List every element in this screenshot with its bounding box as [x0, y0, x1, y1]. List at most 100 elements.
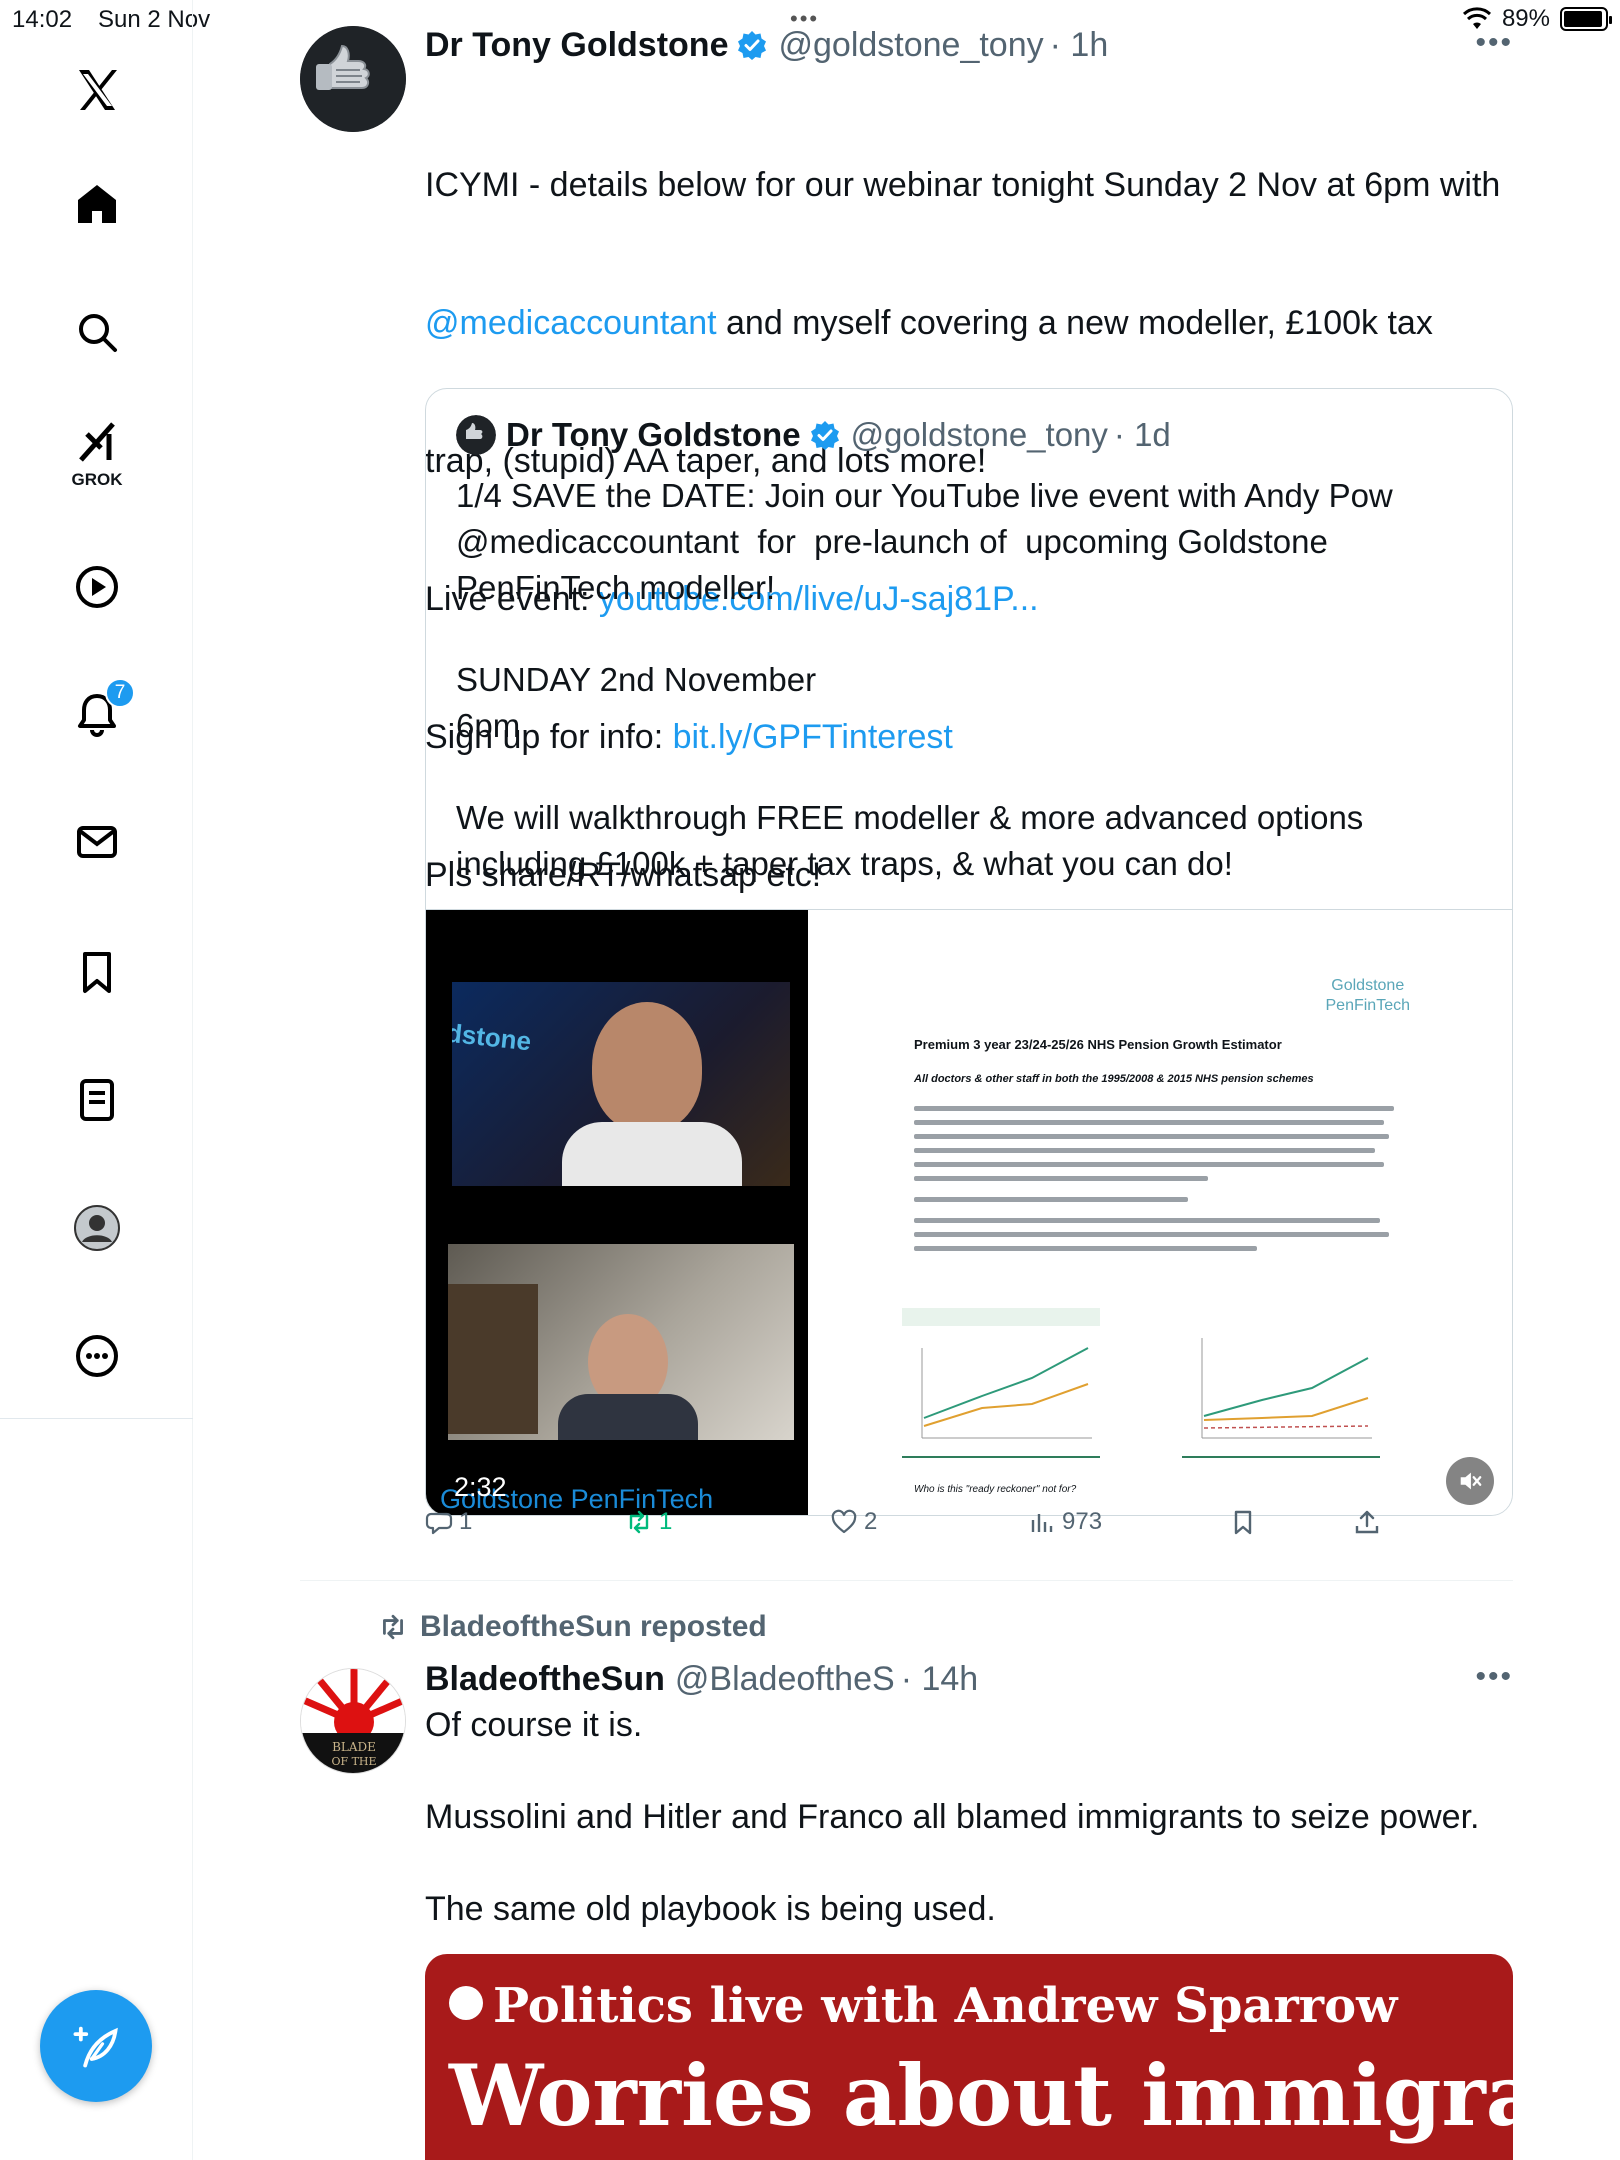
grok-label: GROK	[71, 470, 123, 489]
video-player[interactable]: dstone Goldstone PenFinTech 2:32 Goldsto…	[426, 909, 1512, 1515]
repost-icon	[383, 1614, 403, 1640]
avatar-lettering: OF THE	[331, 1755, 376, 1768]
heart-icon	[831, 1509, 857, 1534]
news-image-card[interactable]: Politics live with Andrew Sparrow Worrie…	[425, 1954, 1513, 2160]
slide-chart-svg	[1201, 1338, 1372, 1439]
lists-icon[interactable]	[55, 1058, 139, 1142]
post-text: Of course it is. Mussolini and Hitler an…	[425, 1706, 1480, 1928]
post-separator	[300, 1580, 1513, 1581]
notifications-badge: 7	[105, 678, 135, 708]
repost-count: 1	[659, 1508, 673, 1535]
reply-button[interactable]: 1	[425, 1508, 472, 1536]
profile-svg	[74, 1205, 120, 1251]
post-actions: 1 1 2 973	[425, 1508, 1425, 1552]
verified-badge-icon	[738, 31, 767, 60]
speaker-shirt	[562, 1122, 742, 1186]
post-bladeofthesun[interactable]: BLADE OF THE BladeoftheSun @BladeoftheS …	[300, 1656, 1513, 2160]
post-text-line: ICYMI - details below for our webinar to…	[425, 166, 1501, 204]
envelope-svg	[77, 826, 117, 858]
avatar[interactable]	[300, 26, 406, 132]
bookmark-button[interactable]	[1229, 1508, 1257, 1536]
bookmark-icon	[1234, 1510, 1252, 1535]
views-button[interactable]: 973	[1028, 1508, 1102, 1536]
x-logo-svg	[79, 70, 117, 110]
post-age[interactable]: · 1h	[1050, 26, 1109, 65]
repost-button[interactable]: 1	[625, 1508, 672, 1536]
quote-text: 1/4 SAVE the DATE: Join our YouTube live…	[456, 477, 1393, 882]
timeline-feed: Dr Tony Goldstone @goldstone_tony · 1h •…	[193, 0, 1620, 2160]
notifications-bell-icon[interactable]: 7	[55, 672, 139, 756]
post-header: BladeoftheSun @BladeoftheS · 14h	[425, 1656, 978, 1702]
speaker-muted-icon	[1460, 1472, 1482, 1490]
slide-title: Premium 3 year 23/24-25/26 NHS Pension G…	[914, 1037, 1282, 1052]
speaker-shirt	[558, 1394, 698, 1440]
bookshelf	[448, 1284, 538, 1434]
slide-brand-line: PenFinTech	[1325, 997, 1411, 1014]
author-handle[interactable]: @goldstone_tony	[778, 26, 1043, 65]
mute-button[interactable]	[1446, 1457, 1494, 1505]
lists-svg	[80, 1079, 114, 1121]
slide-body-text	[914, 1106, 1404, 1260]
compose-feather-icon	[73, 2026, 118, 2068]
verified-badge-icon	[810, 421, 839, 450]
video-timestamp: 2:32	[454, 1472, 507, 1502]
grok-icon[interactable]: GROK	[55, 412, 139, 496]
video-slide-document: Goldstone PenFinTech Premium 3 year 23/2…	[808, 910, 1512, 1515]
slide-footer: Who is this "ready reckoner" not for?	[914, 1484, 1077, 1495]
reposted-by-line[interactable]: BladeoftheSun reposted	[378, 1610, 767, 1644]
live-dot-icon	[449, 1986, 483, 2020]
view-count: 973	[1062, 1508, 1103, 1535]
share-button[interactable]	[1353, 1508, 1381, 1536]
reply-icon	[425, 1512, 453, 1535]
video-play-icon[interactable]	[55, 545, 139, 629]
post-more-icon[interactable]: •••	[1475, 26, 1513, 60]
post-header: Dr Tony Goldstone @goldstone_tony · 1h	[425, 22, 1108, 68]
messages-envelope-icon[interactable]	[55, 800, 139, 884]
avatar[interactable]: BLADE OF THE	[300, 1668, 406, 1774]
news-headline: Worries about immigration	[449, 2046, 1513, 2145]
play-svg	[76, 566, 118, 608]
bookmark-svg	[83, 952, 111, 993]
video-webcam-panel: dstone Goldstone PenFinTech 2:32	[426, 910, 808, 1515]
search-svg	[79, 314, 117, 352]
quote-age: · 1d	[1113, 416, 1171, 453]
more-options-icon[interactable]	[55, 1314, 139, 1398]
quote-avatar	[456, 415, 496, 455]
reposted-by-label: BladeoftheSun reposted	[420, 1610, 767, 1643]
profile-avatar-icon[interactable]	[55, 1186, 139, 1270]
author-name[interactable]: BladeoftheSun	[425, 1660, 665, 1699]
quote-author-handle: @goldstone_tony	[850, 416, 1108, 453]
share-icon	[1355, 1510, 1379, 1534]
author-name[interactable]: Dr Tony Goldstone	[425, 26, 728, 65]
post-text-line: @medicaccountant and myself covering a n…	[425, 300, 1525, 346]
compose-post-button[interactable]	[40, 1990, 152, 2102]
post-more-icon[interactable]: •••	[1475, 1660, 1513, 1694]
sidebar-divider	[0, 1418, 193, 1419]
slide-chart-right	[1182, 1308, 1380, 1458]
like-button[interactable]: 2	[830, 1508, 877, 1536]
thumbs-up-robot-icon	[456, 415, 496, 455]
views-chart-icon	[1031, 1514, 1053, 1532]
home-svg	[78, 185, 116, 223]
thumbs-up-robot-icon	[300, 26, 406, 132]
bookmarks-icon[interactable]	[55, 930, 139, 1014]
reply-count: 1	[459, 1508, 473, 1535]
home-icon[interactable]	[55, 162, 139, 246]
mention-link[interactable]: @medicaccountant	[425, 304, 717, 342]
neon-sign: dstone	[452, 1017, 533, 1057]
post-age[interactable]: · 14h	[901, 1660, 979, 1699]
search-icon[interactable]	[55, 290, 139, 374]
x-logo-icon[interactable]	[55, 48, 139, 132]
slide-subtitle: All doctors & other staff in both the 19…	[914, 1073, 1314, 1085]
webcam-speaker-2	[448, 1244, 794, 1440]
post-goldstone[interactable]: Dr Tony Goldstone @goldstone_tony · 1h •…	[300, 22, 1513, 1582]
rising-sun-avatar-icon: BLADE OF THE	[301, 1669, 405, 1773]
like-count: 2	[864, 1508, 878, 1535]
sidebar: GROK 7	[0, 0, 193, 2160]
news-kicker-text: Politics live with Andrew Sparrow	[493, 1978, 1398, 2034]
more-svg	[76, 1335, 118, 1377]
slide-brand-line: Goldstone	[1331, 977, 1405, 994]
quoted-post[interactable]: Dr Tony Goldstone @goldstone_tony · 1d 1…	[425, 388, 1513, 1516]
quote-author-name: Dr Tony Goldstone	[506, 416, 801, 453]
author-handle[interactable]: @BladeoftheS	[675, 1660, 895, 1699]
